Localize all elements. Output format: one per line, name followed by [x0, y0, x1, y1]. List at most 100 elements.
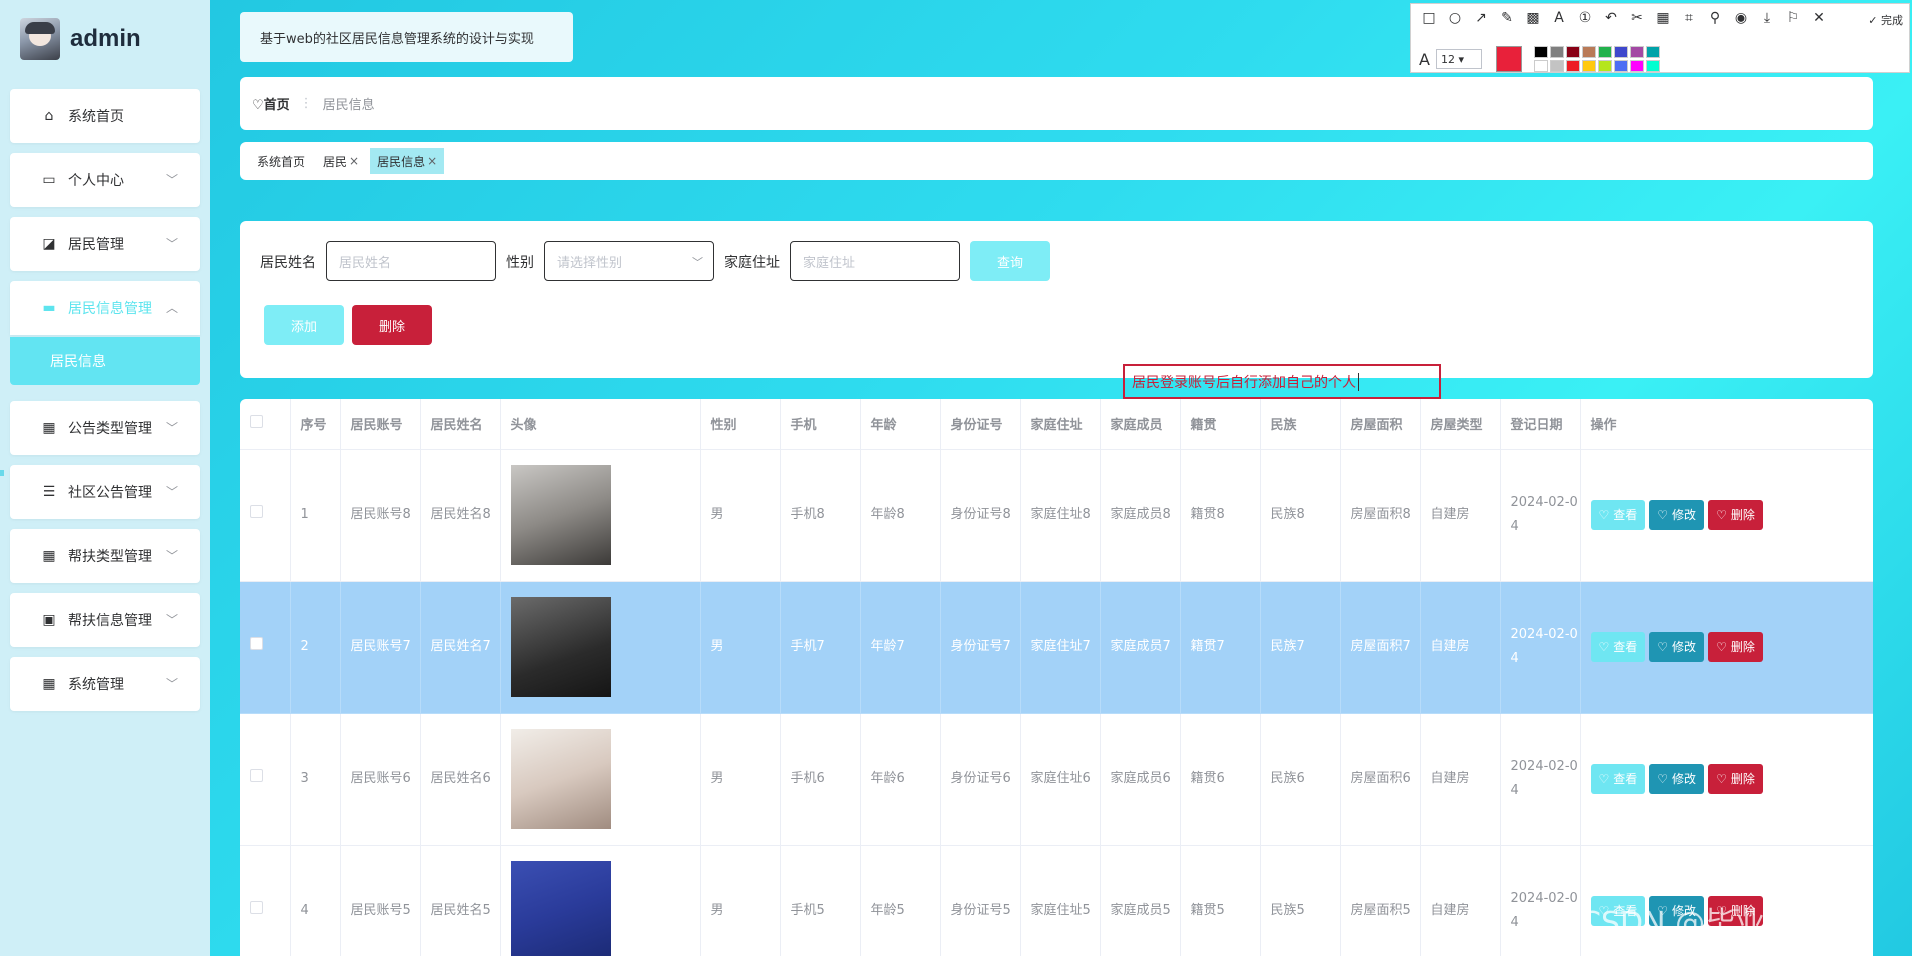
color-swatch[interactable]: [1549, 60, 1564, 72]
close-icon[interactable]: ×: [427, 154, 437, 168]
current-color-swatch[interactable]: [1495, 46, 1522, 72]
color-swatch[interactable]: [1629, 46, 1644, 58]
rectangle-icon[interactable]: □: [1419, 10, 1439, 26]
resident-photo[interactable]: [510, 465, 611, 565]
color-swatch[interactable]: [1597, 60, 1612, 72]
address-input[interactable]: 家庭住址: [790, 241, 960, 281]
table-header-row: 序号 居民账号 居民姓名 头像 性别 手机 年龄 身份证号 家庭住址 家庭成员 …: [240, 399, 1873, 450]
delete-row-button[interactable]: ♡ 删除: [1708, 764, 1763, 794]
breadcrumb-home[interactable]: ♡首页: [252, 94, 290, 113]
number-icon[interactable]: ①: [1575, 10, 1595, 26]
delete-button[interactable]: 删除: [352, 305, 432, 345]
arrow-icon[interactable]: ↗: [1471, 10, 1491, 26]
sidebar-item-0[interactable]: ⌂ 系统首页: [10, 89, 200, 143]
view-button[interactable]: ♡ 查看: [1590, 764, 1646, 794]
table-cell: 男: [700, 581, 781, 714]
table-cell: 居民账号6: [340, 713, 421, 846]
table-cell: 2: [290, 581, 341, 714]
table-cell: 2024-02-04: [1500, 845, 1581, 956]
sidebar-item-4[interactable]: ▦ 公告类型管理 ﹀: [10, 401, 200, 455]
view-button[interactable]: ♡ 查看: [1590, 632, 1646, 662]
view-button[interactable]: ♡ 查看: [1590, 500, 1646, 530]
close-icon[interactable]: ✕: [1809, 10, 1829, 26]
table-row[interactable]: 3 居民账号6 居民姓名6 男手机6 年龄6 身份证号6 家庭住址6 家庭成员6 籍贯6 民族6 房…: [240, 713, 1873, 846]
row-checkbox[interactable]: [250, 505, 263, 518]
sidebar-item-1[interactable]: ▭ 个人中心 ﹀: [10, 153, 200, 207]
avatar[interactable]: [20, 18, 60, 60]
edit-button[interactable]: ♡ 修改: [1649, 764, 1705, 794]
color-swatch[interactable]: [1645, 60, 1660, 72]
resident-photo[interactable]: [510, 597, 611, 697]
close-icon[interactable]: ×: [349, 154, 359, 168]
column-header: 登记日期: [1500, 399, 1581, 450]
color-swatch[interactable]: [1549, 46, 1564, 58]
pen-icon[interactable]: ✎: [1497, 10, 1517, 26]
tag-resident-info[interactable]: 居民信息 ×: [370, 148, 445, 174]
pin-icon[interactable]: ⚲: [1705, 10, 1725, 26]
mosaic-icon[interactable]: ▩: [1523, 10, 1543, 26]
color-swatch[interactable]: [1613, 60, 1628, 72]
table-row[interactable]: 1 居民账号8 居民姓名8 男手机8 年龄8 身份证号8 家庭住址8 家庭成员8 籍贯8 民族8 房…: [240, 449, 1873, 582]
select-all-checkbox[interactable]: [250, 415, 263, 429]
color-swatch[interactable]: [1565, 46, 1580, 58]
sidebar-subitem-resident-info[interactable]: 居民信息: [10, 337, 200, 385]
delete-button-label: 删除: [378, 319, 405, 335]
heart-icon: ♡: [1598, 772, 1610, 786]
monitor-icon: ▬: [42, 300, 56, 316]
sidebar-item-6[interactable]: ▦ 帮扶类型管理 ﹀: [10, 529, 200, 583]
edit-button[interactable]: ♡ 修改: [1649, 500, 1705, 530]
color-swatch[interactable]: [1629, 60, 1644, 72]
font-size-select[interactable]: 12 ▾: [1435, 49, 1482, 69]
table-cell: 2024-02-04: [1500, 713, 1581, 846]
sidebar-item-7[interactable]: ▣ 帮扶信息管理 ﹀: [10, 593, 200, 647]
gender-select[interactable]: 请选择性别 ﹀: [544, 241, 714, 281]
table-cell: 家庭成员8: [1100, 449, 1181, 582]
color-swatch[interactable]: [1597, 46, 1612, 58]
scan-icon[interactable]: ⌗: [1679, 10, 1699, 26]
circle-icon[interactable]: ○: [1445, 10, 1465, 26]
sidebar-item-5[interactable]: ☰ 社区公告管理 ﹀: [10, 465, 200, 519]
color-swatch[interactable]: [1533, 60, 1548, 72]
edit-button-label: 修改: [1672, 640, 1697, 654]
delete-row-button[interactable]: ♡ 删除: [1708, 632, 1763, 662]
sidebar-item-2[interactable]: ◪ 居民管理 ﹀: [10, 217, 200, 271]
text-icon[interactable]: A: [1549, 10, 1569, 26]
done-button[interactable]: ✓ 完成: [1868, 12, 1903, 28]
table-row[interactable]: 2 居民账号7 居民姓名7 男手机7 年龄7 身份证号7 家庭住址7 家庭成员7 籍贯7 民族7 房…: [240, 581, 1873, 714]
download-icon[interactable]: ⤓: [1757, 10, 1777, 26]
color-swatch[interactable]: [1581, 60, 1596, 72]
row-select-cell: [240, 449, 291, 582]
row-checkbox[interactable]: [250, 769, 263, 782]
table-cell: 居民账号8: [340, 449, 421, 582]
add-button[interactable]: 添加: [264, 305, 344, 345]
chevron-down-icon: ﹀: [165, 549, 178, 563]
color-swatch[interactable]: [1645, 46, 1660, 58]
undo-icon[interactable]: ↶: [1601, 10, 1621, 26]
edit-button[interactable]: ♡ 修改: [1649, 632, 1705, 662]
row-checkbox[interactable]: [250, 901, 263, 914]
ocr-icon[interactable]: ▦: [1653, 10, 1673, 26]
sidebar-item-3[interactable]: ▬ 居民信息管理 ︿: [10, 281, 200, 335]
color-swatch[interactable]: [1533, 46, 1548, 58]
record-icon[interactable]: ◉: [1731, 10, 1751, 26]
tag-resident[interactable]: 居民 ×: [316, 148, 366, 174]
table-cell: 3: [290, 713, 341, 846]
table-cell: 手机7: [780, 581, 861, 714]
query-button[interactable]: 查询: [970, 241, 1050, 281]
tag-home[interactable]: 系统首页: [250, 148, 312, 174]
column-header: 头像: [500, 399, 701, 450]
name-input[interactable]: 居民姓名: [326, 241, 496, 281]
bookmark-icon[interactable]: ⚐: [1783, 10, 1803, 26]
resident-photo[interactable]: [510, 729, 611, 829]
color-swatch[interactable]: [1613, 46, 1628, 58]
scissors-icon[interactable]: ✂: [1627, 10, 1647, 26]
resident-photo[interactable]: [510, 861, 611, 956]
color-swatch[interactable]: [1565, 60, 1580, 72]
sidebar-item-8[interactable]: ▦ 系统管理 ﹀: [10, 657, 200, 711]
row-checkbox[interactable]: [250, 637, 263, 650]
brand-name: admin: [70, 25, 141, 52]
delete-row-button[interactable]: ♡ 删除: [1708, 500, 1763, 530]
font-icon: A: [1419, 49, 1430, 69]
annotation-textbox[interactable]: 居民登录账号后自行添加自己的个人: [1123, 364, 1441, 399]
color-swatch[interactable]: [1581, 46, 1596, 58]
